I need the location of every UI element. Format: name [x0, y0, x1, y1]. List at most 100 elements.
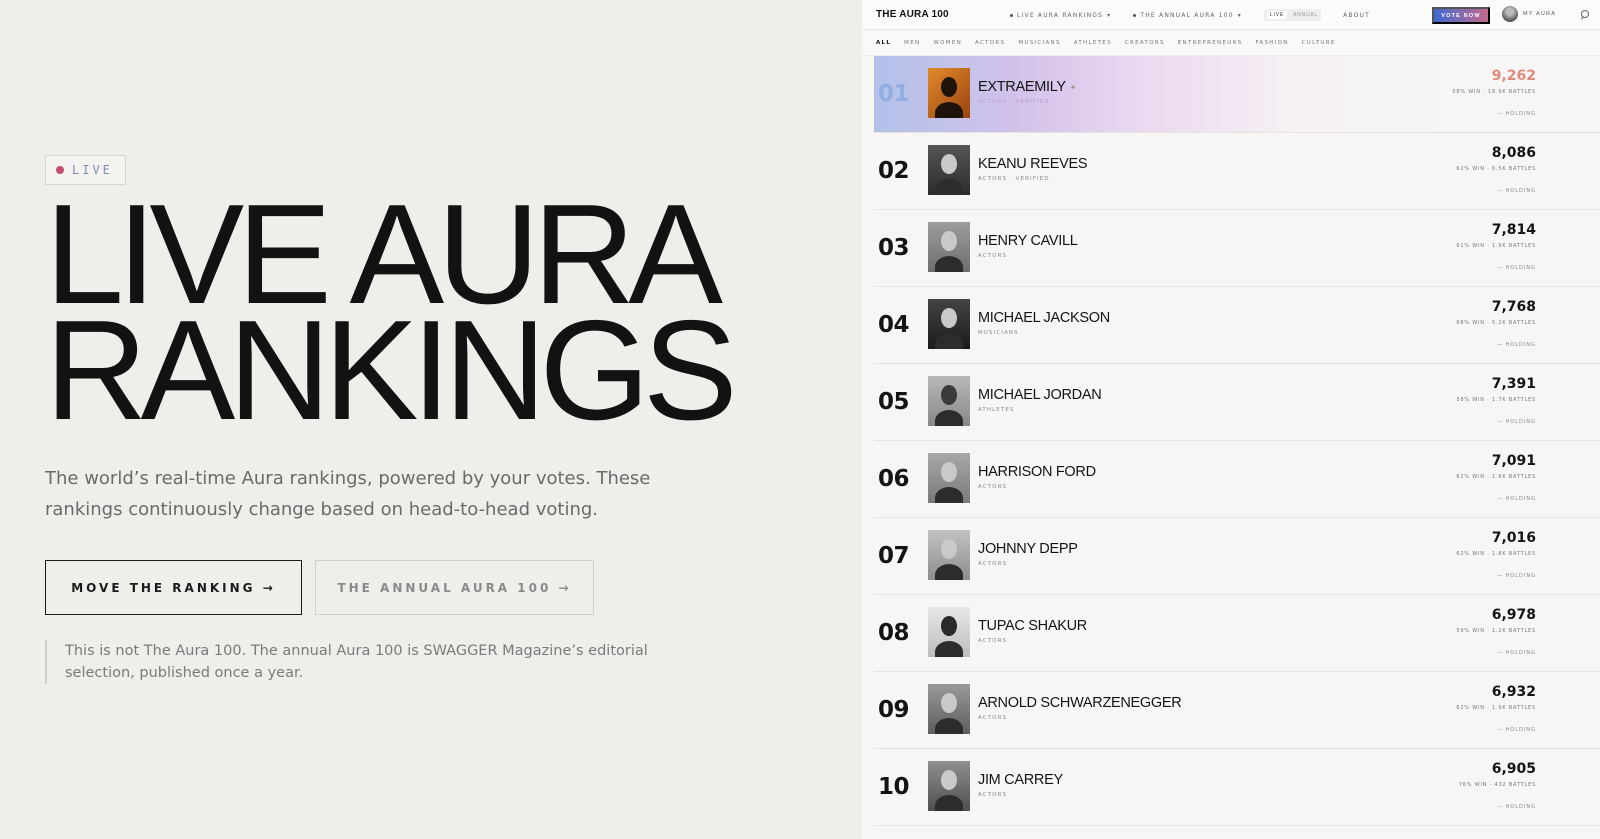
ranking-row[interactable]: 06 HARRISON FORD ACTORS 7,091 62% WIN · …: [874, 441, 1600, 518]
ranking-meta: ACTORS · VERIFIED: [978, 176, 1050, 182]
ranking-name: JOHNNY DEPP: [978, 541, 1078, 557]
move-the-ranking-button[interactable]: MOVE THE RANKING →: [45, 560, 302, 615]
category-athletes[interactable]: ATHLETES: [1074, 40, 1112, 46]
bullet-icon: [1010, 13, 1013, 17]
aura-score: 6,978: [1491, 607, 1536, 623]
portrait-image: [928, 530, 970, 580]
live-dot-icon: [56, 166, 64, 174]
ranking-trend: — HOLDING: [1496, 265, 1536, 271]
rank-number: 05: [878, 389, 910, 415]
ranking-trend: — HOLDING: [1496, 804, 1536, 810]
ranking-name: ARNOLD SCHWARZENEGGER: [978, 695, 1182, 711]
ranking-stats: 59% WIN · 1.2K BATTLES: [1456, 628, 1536, 634]
category-women[interactable]: WOMEN: [933, 40, 962, 46]
rank-number: 06: [878, 466, 910, 492]
portrait-image: [928, 68, 970, 118]
rank-number: 09: [878, 697, 910, 723]
rank-number: 08: [878, 620, 910, 646]
rank-number: 01: [878, 81, 910, 107]
ranking-row[interactable]: 09 ARNOLD SCHWARZENEGGER ACTORS 6,932 62…: [874, 672, 1600, 749]
ranking-stats: 58% WIN · 18.9K BATTLES: [1452, 89, 1536, 95]
ranking-meta: MUSICIANS: [978, 330, 1019, 336]
aura-score: 6,905: [1491, 761, 1536, 777]
category-culture[interactable]: CULTURE: [1302, 40, 1336, 46]
nav-live-rankings-label: LIVE AURA RANKINGS: [1017, 11, 1104, 19]
ranking-row[interactable]: 04 MICHAEL JACKSON MUSICIANS 7,768 68% W…: [874, 287, 1600, 364]
brand-logo[interactable]: THE AURA 100: [876, 9, 949, 20]
category-creators[interactable]: CREATORS: [1125, 40, 1165, 46]
ranking-meta: ACTORS: [978, 484, 1008, 490]
ranking-stats: 68% WIN · 5.2K BATTLES: [1456, 320, 1536, 326]
rank-number: 07: [878, 543, 910, 569]
category-men[interactable]: MEN: [904, 40, 920, 46]
aura-score: 7,814: [1491, 222, 1536, 238]
my-aura-link[interactable]: MY AURA: [1502, 6, 1556, 22]
portrait-image: [928, 684, 970, 734]
ranking-meta: ACTORS: [978, 638, 1008, 644]
category-actors[interactable]: ACTORS: [975, 40, 1005, 46]
ranking-stats: 61% WIN · 1.9K BATTLES: [1456, 243, 1536, 249]
page-title: LIVE AURA RANKINGS: [45, 184, 805, 450]
portrait-image: [928, 453, 970, 503]
category-musicians[interactable]: MUSICIANS: [1018, 40, 1060, 46]
ranking-name: MICHAEL JACKSON: [978, 310, 1110, 326]
ranking-trend: — HOLDING: [1496, 111, 1536, 117]
ranking-row[interactable]: 02 KEANU REEVES ACTORS · VERIFIED 8,086 …: [874, 133, 1600, 210]
ranking-trend: — HOLDING: [1496, 650, 1536, 656]
vote-now-button[interactable]: VOTE NOW: [1432, 7, 1490, 24]
category-fashion[interactable]: FASHION: [1255, 40, 1288, 46]
ranking-trend: — HOLDING: [1496, 727, 1536, 733]
live-annual-toggle[interactable]: LIVE ANNUAL: [1263, 9, 1322, 21]
aura-score: 7,016: [1491, 530, 1536, 546]
bullet-icon: [1133, 13, 1137, 17]
chevron-down-icon: ▾: [1107, 11, 1112, 19]
portrait-image: [928, 607, 970, 657]
ranking-stats: 62% WIN · 1.9K BATTLES: [1456, 705, 1536, 711]
hero-subtext: The world’s real-time Aura rankings, pow…: [45, 468, 651, 520]
ranking-trend: — HOLDING: [1496, 419, 1536, 425]
category-all[interactable]: ALL: [876, 40, 891, 46]
aura-score: 9,262: [1491, 68, 1536, 84]
nav-live-rankings[interactable]: LIVE AURA RANKINGS ▾: [1010, 12, 1111, 19]
ranking-name: KEANU REEVES: [978, 156, 1088, 172]
ranking-trend: — HOLDING: [1496, 573, 1536, 579]
chevron-down-icon: ▾: [1237, 11, 1242, 19]
ranking-meta: ATHLETES: [978, 407, 1015, 413]
ranking-row[interactable]: 01 EXTRAEMILY ✦ ACTORS · VERIFIED 9,262 5…: [874, 56, 1600, 133]
top-nav: LIVE AURA RANKINGS ▾ THE ANNUAL AURA 100…: [1010, 0, 1370, 30]
ranking-meta: ACTORS: [978, 715, 1008, 721]
rank-number: 04: [878, 312, 910, 338]
search-icon[interactable]: [1581, 10, 1589, 18]
aura-score: 7,091: [1491, 453, 1536, 469]
annual-aura-100-button[interactable]: THE ANNUAL AURA 100 →: [315, 560, 594, 615]
ranking-trend: — HOLDING: [1496, 188, 1536, 194]
rank-number: 10: [878, 774, 910, 800]
ranking-row[interactable]: 07 JOHNNY DEPP ACTORS 7,016 62% WIN · 1.…: [874, 518, 1600, 595]
category-entrepreneurs[interactable]: ENTREPRENEURS: [1178, 40, 1243, 46]
ranking-name: HARRISON FORD: [978, 464, 1096, 480]
ranking-meta: ACTORS: [978, 561, 1008, 567]
top-navbar: THE AURA 100 LIVE AURA RANKINGS ▾ THE AN…: [862, 0, 1600, 30]
ranking-row[interactable]: 03 HENRY CAVILL ACTORS 7,814 61% WIN · 1…: [874, 210, 1600, 287]
sparkle-icon: ✦: [1069, 82, 1077, 92]
ranking-row[interactable]: 05 MICHAEL JORDAN ATHLETES 7,391 58% WIN…: [874, 364, 1600, 441]
toggle-live[interactable]: LIVE: [1266, 11, 1287, 19]
portrait-image: [928, 145, 970, 195]
nav-about[interactable]: ABOUT: [1343, 12, 1370, 19]
portrait-image: [928, 222, 970, 272]
ranking-name: EXTRAEMILY ✦: [978, 79, 1077, 95]
avatar: [1502, 6, 1518, 22]
nav-annual-aura-100[interactable]: THE ANNUAL AURA 100 ▾: [1133, 12, 1242, 19]
ranking-stats: 62% WIN · 6.5K BATTLES: [1456, 166, 1536, 172]
category-filter-bar: ALL MEN WOMEN ACTORS MUSICIANS ATHLETES …: [862, 30, 1600, 56]
portrait-image: [928, 299, 970, 349]
rank-number: 03: [878, 235, 910, 261]
ranking-name: HENRY CAVILL: [978, 233, 1078, 249]
ranking-row[interactable]: 10 JIM CARREY ACTORS 6,905 76% WIN · 432…: [874, 749, 1600, 826]
toggle-annual[interactable]: ANNUAL: [1293, 12, 1318, 18]
portrait-image: [928, 376, 970, 426]
ranking-stats: 76% WIN · 432 BATTLES: [1458, 782, 1536, 788]
ranking-row[interactable]: 08 TUPAC SHAKUR ACTORS 6,978 59% WIN · 1…: [874, 595, 1600, 672]
ranking-trend: — HOLDING: [1496, 496, 1536, 502]
page-title-line-2: RANKINGS: [45, 291, 738, 450]
